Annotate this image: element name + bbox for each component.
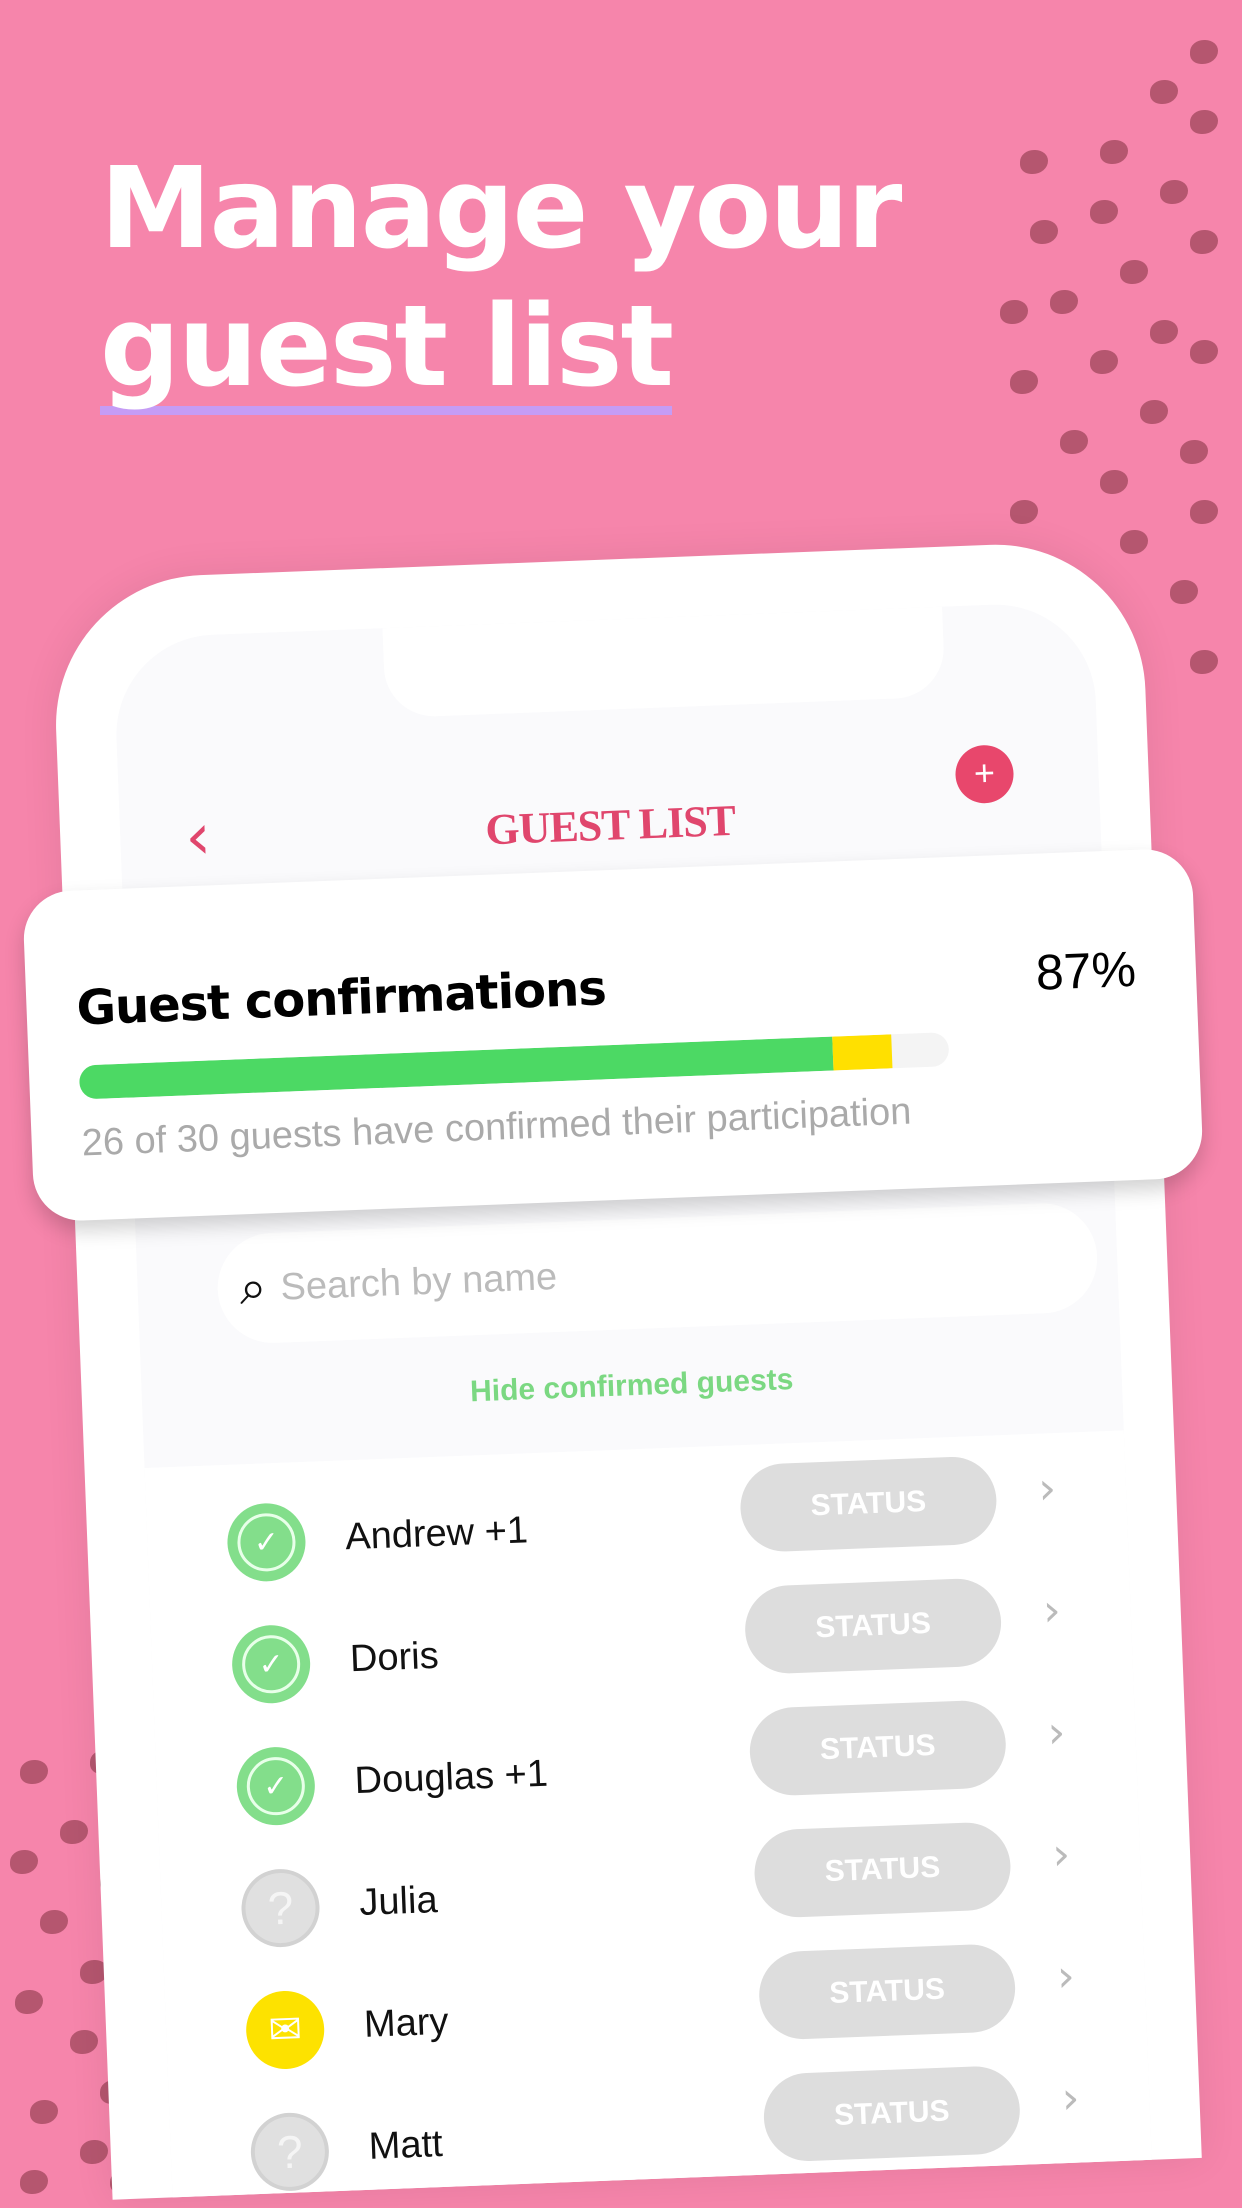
dot	[1090, 200, 1118, 224]
dot	[20, 2170, 48, 2194]
dot	[1190, 340, 1218, 364]
headline: Manage your guest list	[100, 140, 902, 416]
status-button[interactable]: STATUS	[748, 1699, 1008, 1797]
phone-screen: ‹ GUEST LIST + ⌕ Search by name Hide con…	[112, 600, 1152, 2198]
chevron-right-icon[interactable]: ›	[1051, 1829, 1071, 1881]
dot	[1160, 180, 1188, 204]
check-icon: ✓	[236, 1512, 297, 1573]
guest-name: Julia	[358, 1879, 439, 1925]
confirmed-icon: ✓	[230, 1623, 312, 1705]
guest-row[interactable]: ✉ Mary STATUS ›	[244, 1940, 1107, 2073]
search-input[interactable]: ⌕ Search by name	[215, 1201, 1100, 1345]
guest-name: Douglas +1	[353, 1752, 549, 1803]
guest-name: Mary	[363, 2000, 450, 2046]
search-placeholder: Search by name	[279, 1255, 558, 1309]
dot	[80, 2140, 108, 2164]
phone-frame: ‹ GUEST LIST + ⌕ Search by name Hide con…	[50, 539, 1202, 2200]
dot	[1150, 320, 1178, 344]
dot	[1060, 430, 1088, 454]
confirmed-icon: ✓	[225, 1501, 307, 1583]
confirmations-subtitle: 26 of 30 guests have confirmed their par…	[80, 1090, 913, 1165]
guest-list: ✓ Andrew +1 STATUS › ✓ Doris STATUS › ✓ Do…	[144, 1430, 1152, 2198]
progress-confirmed	[78, 1036, 834, 1100]
progress-pending	[832, 1034, 893, 1071]
chevron-right-icon[interactable]: ›	[1037, 1463, 1057, 1515]
dot	[1180, 440, 1208, 464]
confirmations-card: Guest confirmations 87% 26 of 30 guests …	[22, 847, 1204, 1223]
dot	[10, 1850, 38, 1874]
dot	[20, 1760, 48, 1784]
question-icon: ?	[249, 2111, 331, 2193]
search-icon: ⌕	[238, 1261, 268, 1316]
chevron-right-icon[interactable]: ›	[1056, 1951, 1076, 2003]
dot	[40, 1910, 68, 1934]
dot	[70, 2030, 98, 2054]
dot	[1010, 500, 1038, 524]
chevron-right-icon[interactable]: ›	[1047, 1707, 1067, 1759]
dot	[15, 1990, 43, 2014]
envelope-icon: ✉	[244, 1989, 326, 2071]
chevron-right-icon[interactable]: ›	[1042, 1585, 1062, 1637]
dot	[60, 1820, 88, 1844]
dot	[1190, 500, 1218, 524]
hide-confirmed-link[interactable]: Hide confirmed guests	[141, 1350, 1122, 1422]
confirmations-title: Guest confirmations	[75, 960, 607, 1037]
question-icon: ?	[240, 1867, 321, 1949]
status-button[interactable]: STATUS	[762, 2064, 1022, 2163]
dot	[1120, 530, 1148, 554]
dot	[1190, 110, 1218, 134]
guest-name: Matt	[367, 2123, 444, 2168]
guest-row[interactable]: ? Matt STATUS ›	[249, 2061, 1112, 2194]
dot	[1090, 350, 1118, 374]
guest-row[interactable]: ✓ Doris STATUS ›	[230, 1574, 1093, 1707]
headline-line1: Manage your	[100, 144, 902, 274]
confirmations-progress-bar	[78, 1032, 950, 1100]
dot	[1030, 220, 1058, 244]
confirmed-icon: ✓	[235, 1745, 317, 1827]
dot	[1100, 140, 1128, 164]
dot	[1100, 470, 1128, 494]
dot	[1170, 580, 1198, 604]
guest-row[interactable]: ? Julia STATUS ›	[239, 1818, 1102, 1951]
dot	[1150, 80, 1178, 104]
dot	[1000, 300, 1028, 324]
guest-name: Andrew +1	[344, 1509, 529, 1559]
guest-row[interactable]: ✓ Andrew +1 STATUS ›	[225, 1452, 1088, 1585]
headline-line2: guest list	[100, 288, 674, 415]
check-icon: ✓	[241, 1634, 302, 1695]
dot	[1020, 150, 1048, 174]
dot	[1190, 650, 1218, 674]
dot	[1190, 40, 1218, 64]
guest-name: Doris	[349, 1634, 440, 1681]
dot	[1140, 400, 1168, 424]
check-icon: ✓	[245, 1756, 306, 1817]
confirmations-percent: 87%	[1034, 940, 1137, 1001]
status-button[interactable]: STATUS	[738, 1455, 999, 1554]
guest-row[interactable]: ✓ Douglas +1 STATUS ›	[235, 1696, 1098, 1829]
status-button[interactable]: STATUS	[743, 1577, 1003, 1675]
dot	[1120, 260, 1148, 284]
dot	[1050, 290, 1078, 314]
dot	[30, 2100, 58, 2124]
chevron-right-icon[interactable]: ›	[1061, 2073, 1081, 2125]
dot	[1010, 370, 1038, 394]
status-button[interactable]: STATUS	[752, 1821, 1013, 1919]
phone-notch	[382, 606, 946, 719]
status-button[interactable]: STATUS	[757, 1942, 1017, 2041]
dot	[1190, 230, 1218, 254]
